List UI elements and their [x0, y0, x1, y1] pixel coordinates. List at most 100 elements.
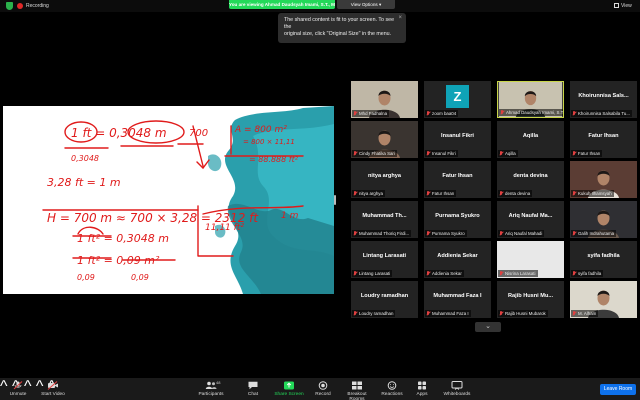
security-shield-icon[interactable] — [6, 2, 13, 10]
participant-tile[interactable]: Cindy Fhatika Sari — [351, 121, 418, 158]
meeting-toolbar: Unmute ^ Start Video ^ 48 Participants ^… — [0, 378, 640, 400]
participant-name-label: nitya arghya — [352, 190, 385, 197]
muted-mic-icon — [353, 191, 357, 196]
participant-tile[interactable]: Aqilla Aqilla — [497, 121, 564, 158]
participant-tile[interactable]: Rajib Husni Mu... Rajib Husni Mubarok — [497, 281, 564, 318]
participant-name-label: Lintang Larasati — [352, 270, 393, 277]
participant-tile[interactable]: Kukuh Ilhamsyah — [570, 161, 637, 198]
muted-mic-icon — [353, 231, 357, 236]
chevron-down-icon: ▾ — [378, 2, 382, 7]
muted-mic-icon — [426, 191, 430, 196]
whiteboards-label: Whiteboards — [443, 392, 471, 397]
participant-tile[interactable]: nitya arghya nitya arghya — [351, 161, 418, 198]
participant-display-name: Fatur Ihsan — [588, 133, 619, 139]
muted-mic-icon — [572, 191, 576, 196]
whiteboards-button[interactable]: Whiteboards — [442, 381, 472, 397]
participant-tile[interactable]: Purnama Syukro Purnama Syukro — [424, 201, 491, 238]
participant-tile[interactable]: Addienia Sekar Addienia Sekar — [424, 241, 491, 278]
unmute-button[interactable]: Unmute — [6, 381, 30, 397]
participant-name-label: Fatur Ihsan — [571, 150, 603, 157]
participant-name-label: Ahmad Daudsyah Imami, S.T.,... — [499, 109, 563, 116]
participant-name-label: Muhammad Faza I — [425, 310, 471, 317]
chat-label: Chat — [247, 392, 259, 397]
participant-tile[interactable]: Ariq Naufal Ma... Ariq Naufal Mahadi — [497, 201, 564, 238]
participant-tile[interactable]: M. Alham — [570, 281, 637, 318]
participant-tile[interactable]: Fatur Ihsan Fatur Ihsan — [570, 121, 637, 158]
close-icon[interactable]: × — [398, 15, 402, 22]
participant-name-text: zoom baa04 — [432, 111, 457, 116]
breakout-rooms-button[interactable]: Breakout Rooms — [340, 381, 374, 400]
participant-name-text: denta devina — [505, 191, 531, 196]
participant-tile[interactable]: Zzoom baa04 — [424, 81, 491, 118]
avatar: Z — [446, 85, 469, 108]
participant-tile[interactable]: Fatur Ihsan Fatur Ihsan — [424, 161, 491, 198]
muted-mic-icon — [499, 311, 503, 316]
participant-name-label: Aqilla — [498, 150, 518, 157]
apps-label: Apps — [416, 392, 428, 397]
participant-name-text: Nisrina Larasati — [505, 271, 536, 276]
muted-mic-icon — [499, 271, 503, 276]
participant-name-text: Muhammad Faza I — [432, 311, 469, 316]
ink-line-7: 0,09 — [77, 273, 95, 282]
muted-mic-icon — [353, 311, 357, 316]
participant-name-label: Ariq Naufal Mahadi — [498, 230, 545, 237]
participant-tile[interactable]: Ahmad Daudsyah Imami, S.T.,... — [497, 81, 564, 118]
muted-mic-icon — [426, 311, 430, 316]
participants-count: 48 — [216, 380, 221, 385]
chat-icon — [248, 381, 258, 390]
participant-tile[interactable]: Mhd Fadhalna — [351, 81, 418, 118]
participant-tile[interactable]: Muhammad Th... Muhammad Thoriq Firdi... — [351, 201, 418, 238]
ink-label-result: = 88.888 ft² — [249, 155, 299, 164]
start-video-button[interactable]: Start Video — [40, 381, 66, 397]
muted-mic-icon — [572, 151, 576, 156]
participant-tile[interactable]: syifa fadhila syifa fadhila — [570, 241, 637, 278]
view-button[interactable]: View — [614, 2, 632, 10]
participant-display-name: Muhammad Th... — [362, 213, 407, 219]
participant-name-label: Nisrina Larasati — [498, 270, 538, 277]
muted-mic-icon — [426, 151, 430, 156]
participant-name-label: Galih Indrahutama — [571, 230, 617, 237]
breakout-rooms-icon — [352, 381, 362, 390]
chat-button[interactable]: Chat — [245, 381, 261, 397]
ink-label-700: 700 — [189, 128, 208, 139]
muted-mic-icon — [426, 231, 430, 236]
reactions-label: Reactions — [381, 392, 403, 397]
participant-name-label: Muhammad Thoriq Firdi... — [352, 230, 412, 237]
muted-mic-icon — [499, 231, 503, 236]
notice-line-2: original size, click "Original Size" in … — [284, 31, 392, 37]
ink-label-meter: 1 m — [281, 211, 299, 221]
participant-display-name: Lintang Larasati — [362, 253, 407, 259]
participant-tile[interactable]: Galih Indrahutama — [570, 201, 637, 238]
ink-line-8: 0,09 — [131, 273, 149, 282]
reactions-button[interactable]: Reactions — [381, 381, 403, 397]
participant-tile[interactable]: Lintang Larasati Lintang Larasati — [351, 241, 418, 278]
participant-tile[interactable]: Nisrina Larasati — [497, 241, 564, 278]
participant-name-text: Loudry ramadhan — [359, 311, 394, 316]
record-button[interactable]: Record — [313, 381, 333, 397]
view-options-button[interactable]: View Options ▾ — [337, 0, 395, 9]
split-resize-handle[interactable] — [334, 195, 336, 205]
participant-name-label: Addienia Sekar — [425, 270, 464, 277]
participant-name-label: syifa fadhila — [571, 270, 604, 277]
participant-name-label: Khoirunnisa Salsabila Tu... — [571, 110, 632, 117]
participant-tile[interactable]: Muhammad Faza I Muhammad Faza I — [424, 281, 491, 318]
ink-line-5: 1 ft² = 0,3048 m — [77, 232, 169, 245]
share-screen-button[interactable]: Share Screen — [274, 381, 304, 397]
unmute-label: Unmute — [9, 392, 27, 397]
participant-tile[interactable]: Khoirunnisa Sals... Khoirunnisa Salsabila… — [570, 81, 637, 118]
participant-name-label: denta devina — [498, 190, 533, 197]
participant-name-text: Fatur Ihsan — [432, 191, 455, 196]
leave-room-button[interactable]: Leave Room — [600, 384, 636, 395]
participant-name-label: Purnama Syukro — [425, 230, 467, 237]
apps-button[interactable]: Apps — [414, 381, 430, 397]
ink-line-2: 0,3048 — [71, 154, 99, 163]
participant-tile[interactable]: Insanul Fikri Insanul Fikri — [424, 121, 491, 158]
smiley-icon — [387, 381, 397, 390]
gallery-next-page-button[interactable]: ⌄ — [475, 322, 501, 332]
top-bar: Recording You are viewing Ahmad Daudsyah… — [0, 0, 640, 12]
participants-button[interactable]: 48 Participants — [198, 380, 224, 397]
participant-tile[interactable]: denta devina denta devina — [497, 161, 564, 198]
participant-name-text: Cindy Fhatika Sari — [359, 151, 395, 156]
participant-name-label: Kukuh Ilhamsyah — [571, 190, 614, 197]
participant-tile[interactable]: Loudry ramadhan Loudry ramadhan — [351, 281, 418, 318]
